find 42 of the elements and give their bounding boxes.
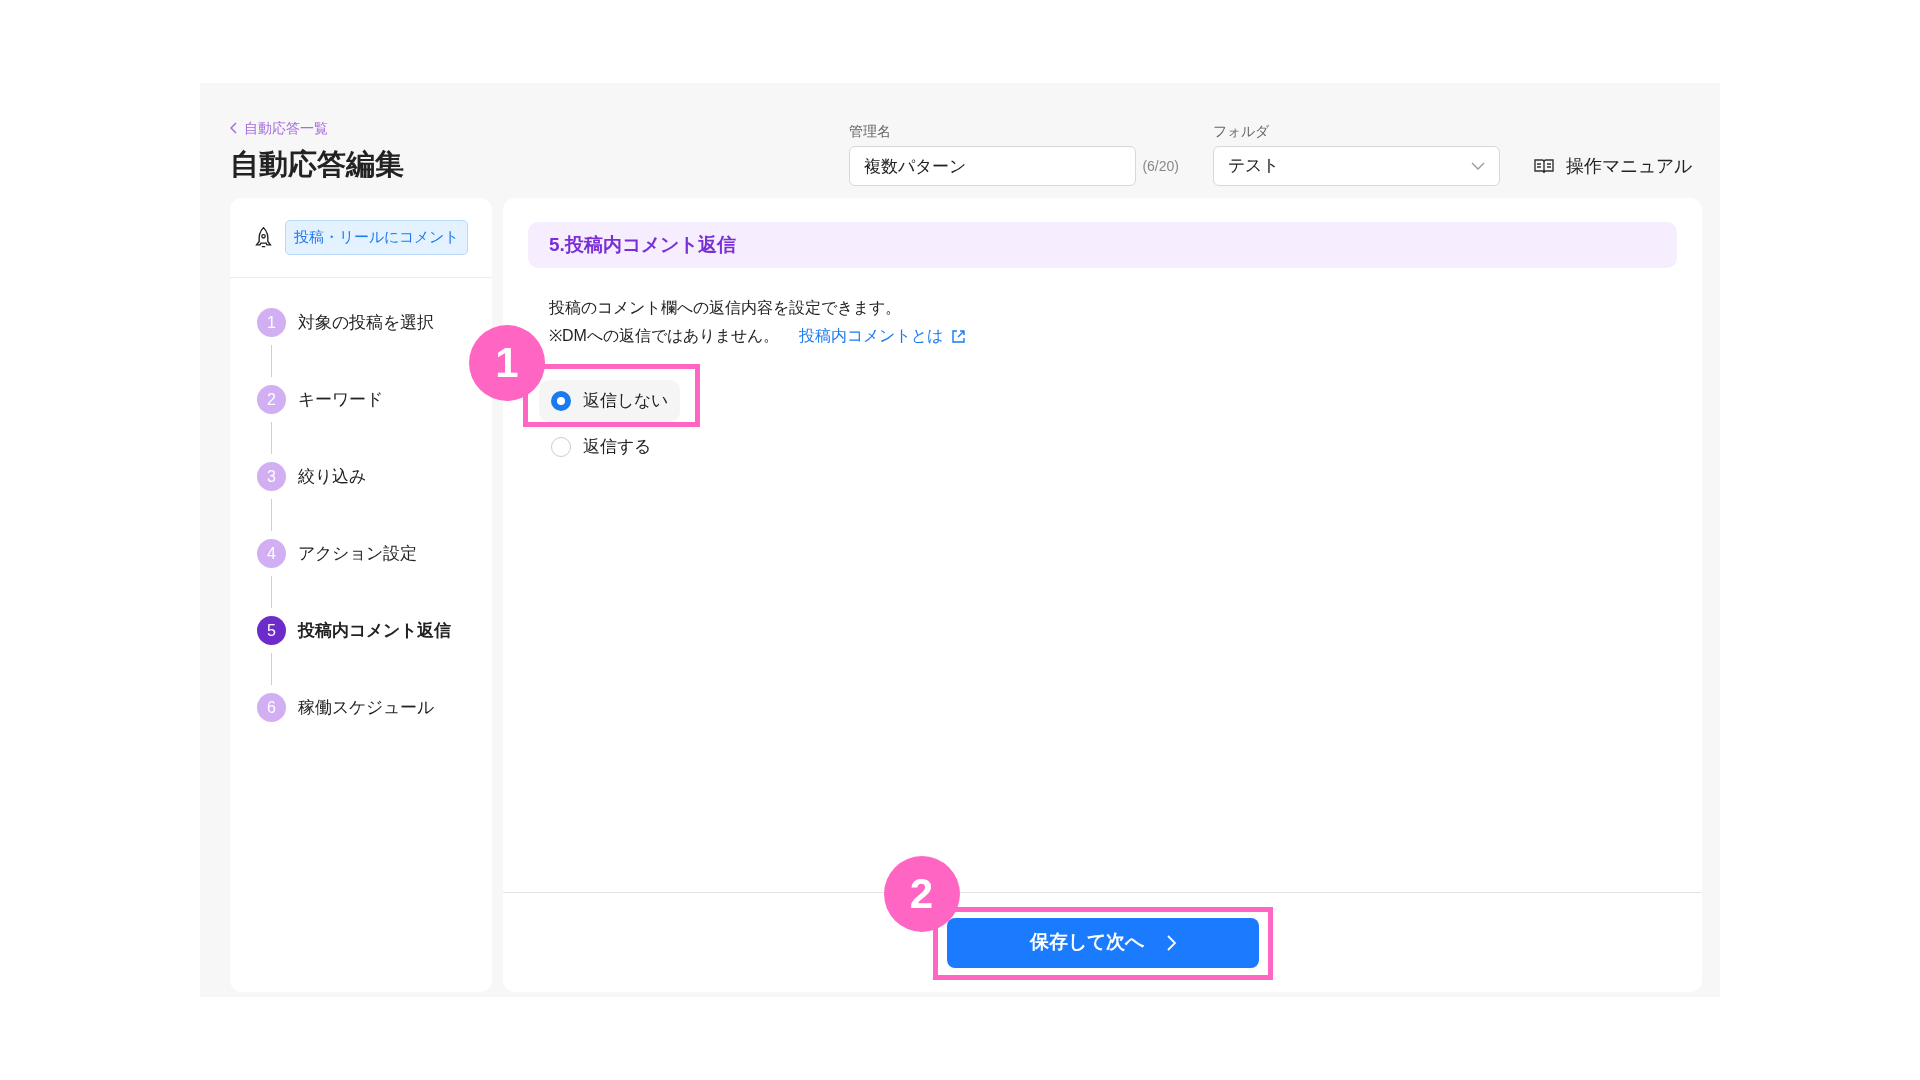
step-label: アクション設定 (298, 542, 417, 565)
step-label: 対象の投稿を選択 (298, 311, 434, 334)
step-number: 2 (257, 385, 286, 414)
step-marker: 2 (883, 855, 960, 932)
radio-option[interactable]: 返信しない (539, 380, 680, 422)
step-item[interactable]: 2 キーワード (257, 385, 465, 414)
external-link-icon (950, 328, 966, 344)
chevron-left-icon (230, 122, 238, 134)
radio-button[interactable] (551, 437, 571, 457)
page-title: 自動応答編集 (230, 146, 404, 182)
step-item[interactable]: 5 投稿内コメント返信 (257, 616, 465, 645)
step-number: 6 (257, 693, 286, 722)
book-icon (1534, 158, 1554, 174)
step-item[interactable]: 6 稼働スケジュール (257, 693, 465, 722)
folder-select[interactable]: テスト (1213, 146, 1500, 186)
step-item[interactable]: 3 絞り込み (257, 462, 465, 491)
step-label: 投稿内コメント返信 (298, 619, 451, 642)
manual-link[interactable]: 操作マニュアル (1534, 146, 1692, 186)
step-item[interactable]: 1 対象の投稿を選択 (257, 308, 465, 337)
step-number: 4 (257, 539, 286, 568)
note-text: ※DMへの返信ではありません。 (549, 326, 779, 346)
back-link[interactable]: 自動応答一覧 (230, 117, 404, 139)
name-input-field[interactable]: 複数パターン (849, 146, 1137, 186)
trigger-badge: 投稿・リールにコメント (285, 220, 468, 255)
description-text: 投稿のコメント欄への返信内容を設定できます。 (549, 298, 902, 318)
step-number: 3 (257, 462, 286, 491)
step-label: 絞り込み (298, 465, 366, 488)
chevron-right-icon (1165, 934, 1176, 951)
help-link[interactable]: 投稿内コメントとは (798, 322, 966, 350)
step-number: 5 (257, 616, 286, 645)
radio-button[interactable] (551, 391, 571, 411)
character-counter: (6/20) (1142, 156, 1179, 176)
save-next-button[interactable]: 保存して次へ (946, 917, 1259, 968)
step-item[interactable]: 4 アクション設定 (257, 539, 465, 568)
step-label: 稼働スケジュール (298, 696, 434, 719)
step-number: 1 (257, 308, 286, 337)
chevron-down-icon (1471, 162, 1485, 170)
radio-option[interactable]: 返信する (539, 426, 663, 468)
section-title: 5.投稿内コメント返信 (549, 232, 736, 257)
field-label: 管理名 (849, 122, 893, 141)
field-label: フォルダ (1213, 122, 1270, 141)
step-label: キーワード (298, 388, 383, 411)
